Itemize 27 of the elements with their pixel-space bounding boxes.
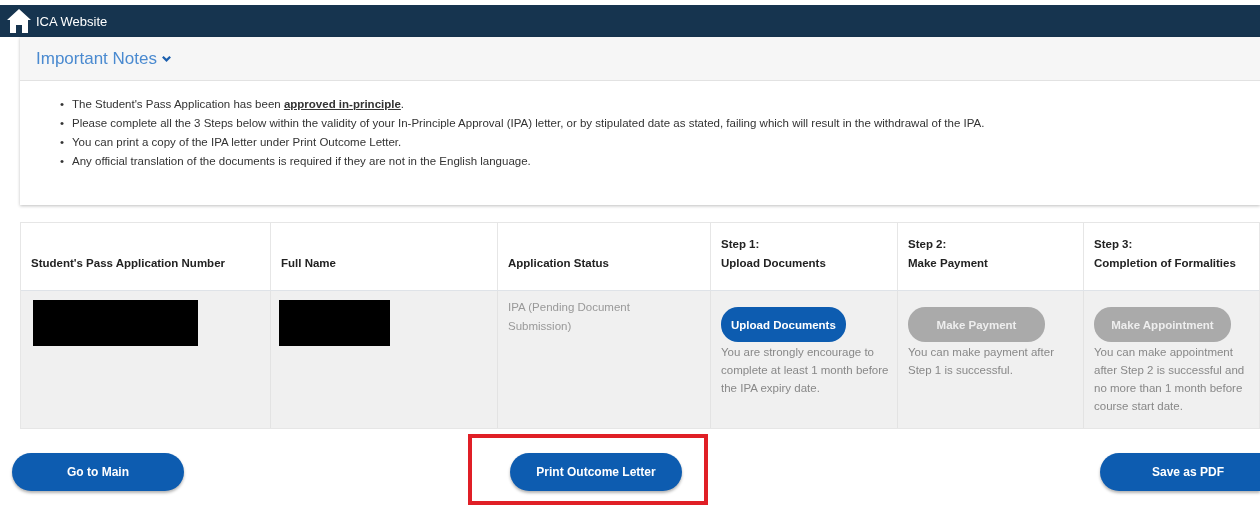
column-header: Full Name bbox=[271, 223, 498, 290]
column-header: Step 2: Make Payment bbox=[898, 223, 1084, 290]
column-header: Step 3: Completion of Formalities bbox=[1084, 223, 1260, 290]
action-button[interactable]: Print Outcome Letter bbox=[510, 453, 682, 491]
step-button: Make Payment bbox=[908, 307, 1045, 342]
table-cell-text: IPA (Pending Document Submission) bbox=[508, 300, 631, 334]
column-header: Step 1: Upload Documents bbox=[711, 223, 898, 290]
bullet: • bbox=[60, 135, 66, 150]
note-item: You can print a copy of the IPA letter under Print Outcome Letter. bbox=[72, 135, 402, 150]
step-button: Make Appointment bbox=[1094, 307, 1231, 342]
action-button[interactable]: Go to Main bbox=[12, 453, 184, 491]
step-button[interactable]: Upload Documents bbox=[721, 307, 846, 342]
step-note: You can make appointment after Step 2 is successful and no more than 1 month before course start date. bbox=[1094, 345, 1246, 414]
site-title: ICA Website bbox=[36, 13, 108, 29]
column-header: Application Status bbox=[498, 223, 711, 290]
note-item: Please complete all the 3 Steps below within the validity of your In-Principle Approval (IPA) letter, or by stipulated date as stated, failing which will result in the withdrawal of the IPA. bbox=[72, 116, 985, 131]
bullet: • bbox=[60, 116, 66, 131]
bullet: • bbox=[60, 97, 66, 112]
column-header: Student's Pass Application Number bbox=[21, 223, 271, 290]
notes-toggle[interactable]: Important Notes bbox=[36, 48, 172, 69]
action-button[interactable]: Save as PDF bbox=[1100, 453, 1260, 491]
home-icon[interactable] bbox=[6, 8, 32, 34]
note-item: The Student's Pass Application has been approved in-principle. bbox=[72, 97, 405, 112]
step-note: You can make payment after Step 1 is successful. bbox=[908, 345, 1055, 378]
bullet: • bbox=[60, 154, 66, 169]
step-note: You are strongly encourage to complete at least 1 month before the IPA expiry date. bbox=[721, 345, 889, 396]
note-item: Any official translation of the documents is required if they are not in the English language. bbox=[72, 154, 531, 169]
